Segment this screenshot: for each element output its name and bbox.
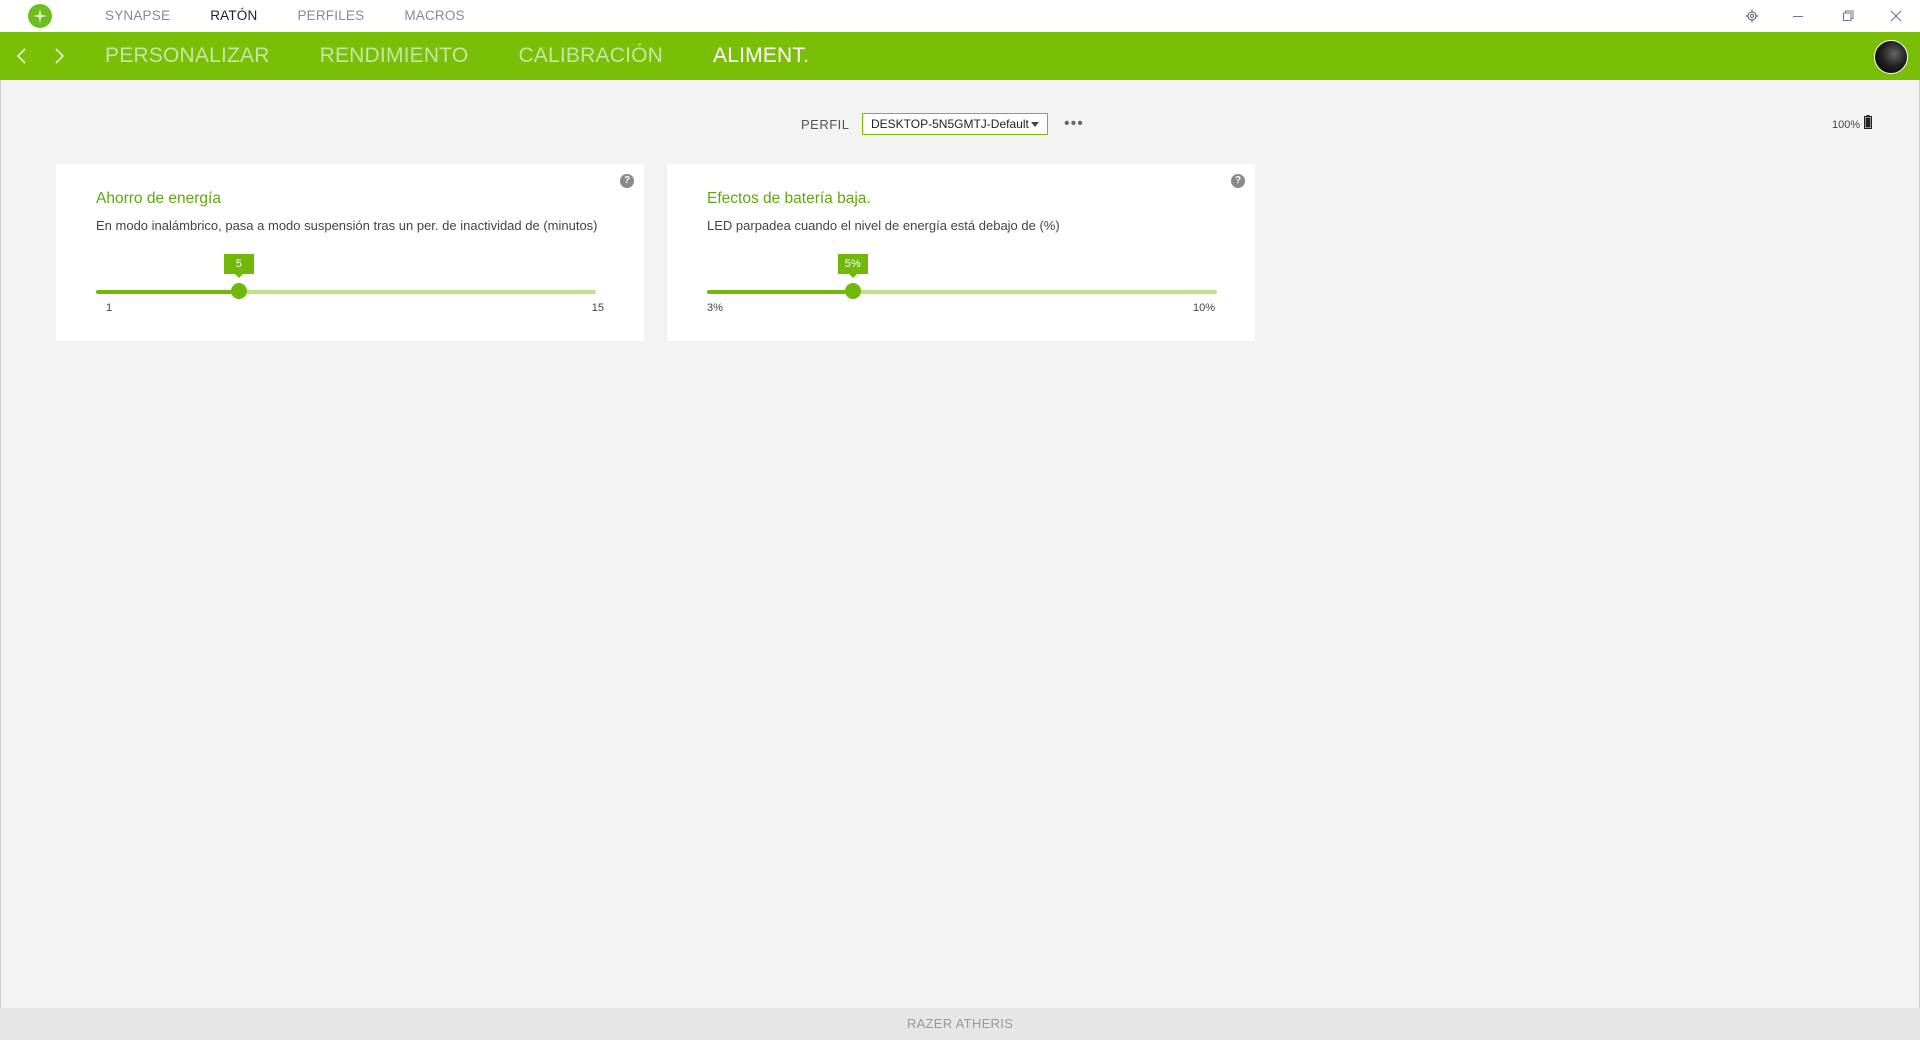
help-icon[interactable]: ?	[1231, 174, 1245, 188]
card-title: Efectos de batería baja.	[707, 190, 871, 207]
window-frame	[0, 0, 1920, 1040]
gear-icon[interactable]	[1728, 0, 1776, 32]
slider-max-label: 10%	[1192, 302, 1215, 314]
tab-personalizar[interactable]: PERSONALIZAR	[105, 32, 270, 80]
restore-icon[interactable]	[1824, 0, 1872, 32]
slider-fill	[707, 290, 853, 294]
tab-rendimiento[interactable]: RENDIMIENTO	[320, 32, 469, 80]
tab-synapse[interactable]: SYNAPSE	[105, 0, 170, 32]
profile-label: PERFIL	[801, 117, 850, 132]
device-avatar[interactable]	[1874, 40, 1908, 74]
chevron-down-icon	[1031, 122, 1039, 127]
battery-percentage: 100%	[1832, 119, 1861, 131]
close-icon[interactable]	[1872, 0, 1920, 32]
top-tabs: SYNAPSE RATÓN PERFILES MACROS	[105, 0, 505, 32]
razer-logo-icon[interactable]	[28, 4, 52, 28]
tab-calibracion[interactable]: CALIBRACIÓN	[518, 32, 663, 80]
slider-thumb[interactable]	[844, 283, 861, 299]
card-description: LED parpadea cuando el nivel de energía …	[707, 218, 1060, 233]
card-description: En modo inalámbrico, pasa a modo suspens…	[96, 218, 598, 233]
section-tabs: PERSONALIZAR RENDIMIENTO CALIBRACIÓN ALI…	[105, 32, 859, 80]
low-battery-effects-card: Efectos de batería baja. LED parpadea cu…	[667, 164, 1255, 341]
slider-min-label: 3%	[707, 302, 723, 314]
more-options-button[interactable]: •••	[1064, 116, 1084, 132]
slider-fill	[96, 290, 239, 294]
tab-aliment[interactable]: ALIMENT.	[713, 32, 809, 80]
forward-arrow-icon[interactable]	[47, 44, 71, 68]
title-bar: SYNAPSE RATÓN PERFILES MACROS	[0, 0, 1920, 32]
slider-value-tooltip: 5	[223, 254, 254, 278]
minimize-icon[interactable]	[1774, 0, 1822, 32]
help-icon[interactable]: ?	[620, 174, 634, 188]
slider-min-label: 1	[106, 302, 113, 314]
power-saving-card: Ahorro de energía En modo inalámbrico, p…	[56, 164, 644, 341]
tab-macros[interactable]: MACROS	[404, 0, 464, 32]
tab-raton[interactable]: RATÓN	[210, 0, 257, 32]
slider-thumb[interactable]	[230, 283, 247, 299]
slider-max-label: 15	[591, 302, 604, 314]
tab-perfiles[interactable]: PERFILES	[297, 0, 364, 32]
low-battery-threshold-slider[interactable]: 5%	[707, 254, 1217, 299]
back-arrow-icon[interactable]	[10, 44, 34, 68]
battery-icon	[1864, 115, 1872, 129]
card-title: Ahorro de energía	[96, 190, 221, 207]
footer-bar: RAZER ATHERIS	[0, 1008, 1920, 1040]
profile-dropdown[interactable]: DESKTOP-5N5GMTJ-Default	[862, 113, 1048, 135]
section-nav-bar: PERSONALIZAR RENDIMIENTO CALIBRACIÓN ALI…	[0, 32, 1920, 80]
profile-selected-value: DESKTOP-5N5GMTJ-Default	[871, 117, 1029, 131]
slider-value-tooltip: 5%	[837, 254, 868, 278]
sleep-timeout-slider[interactable]: 5	[96, 254, 596, 299]
device-name: RAZER ATHERIS	[906, 1016, 1014, 1031]
